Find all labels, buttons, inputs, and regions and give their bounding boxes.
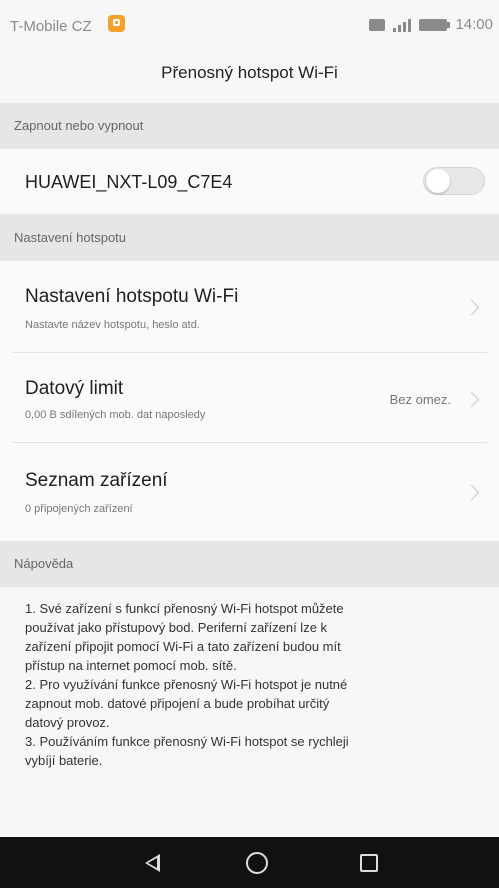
help-line: 2. Pro využívání funkce přenosný Wi-Fi h…: [25, 677, 348, 692]
section-header-label: Zapnout nebo vypnout: [14, 118, 144, 133]
help-line: přístup na internet pomocí mob. sítě.: [25, 658, 237, 673]
back-icon[interactable]: [122, 837, 182, 888]
section-header-label: Nastavení hotspotu: [14, 230, 127, 245]
system-icons: 14:00: [369, 16, 493, 33]
help-text: 1. Své zařízení s funkcí přenosný Wi-Fi …: [0, 587, 499, 837]
hotspot-toggle-row[interactable]: HUAWEI_NXT-L09_C7E4: [0, 149, 499, 214]
chevron-right-icon: [463, 299, 480, 316]
hotspot-ssid: HUAWEI_NXT-L09_C7E4: [25, 172, 233, 192]
home-icon[interactable]: [228, 837, 288, 888]
data-limit-item[interactable]: Datový limit 0,00 B sdílených mob. dat n…: [0, 353, 499, 443]
section-header-settings: Nastavení hotspotu: [0, 214, 499, 261]
item-subtitle: 0,00 B sdílených mob. dat naposledy: [25, 409, 206, 421]
page-title: Přenosný hotspot Wi-Fi: [161, 63, 338, 82]
item-title: Nastavení hotspotu Wi-Fi: [25, 286, 239, 307]
section-header-toggle: Zapnout nebo vypnout: [0, 103, 499, 149]
notification-icon: [108, 15, 125, 32]
carrier-name: T-Mobile CZ: [10, 18, 92, 35]
battery-icon: [419, 18, 451, 31]
help-line: 3. Používáním funkce přenosný Wi-Fi hots…: [25, 734, 349, 749]
recents-icon[interactable]: [340, 837, 400, 888]
clock: 14:00: [455, 16, 493, 33]
signal-icon: [393, 18, 412, 32]
navigation-bar: [0, 837, 499, 888]
item-title: Seznam zařízení: [25, 470, 168, 491]
wifi-hotspot-settings-item[interactable]: Nastavení hotspotu Wi-Fi Nastavte název …: [0, 261, 499, 353]
help-line: zařízení připojit pomocí Wi-Fi a tato za…: [25, 639, 341, 654]
item-title: Datový limit: [25, 378, 124, 399]
chevron-right-icon: [463, 391, 480, 408]
hotspot-toggle[interactable]: [423, 167, 485, 195]
help-line: datový provoz.: [25, 715, 110, 730]
item-subtitle: 0 připojených zařízení: [25, 503, 133, 515]
section-header-help: Nápověda: [0, 541, 499, 587]
help-line: používat jako přístupový bod. Periferní …: [25, 620, 328, 635]
status-bar: T-Mobile CZ 14:00: [0, 0, 499, 48]
toggle-knob: [426, 169, 450, 193]
help-line: zapnout mob. datové připojení a bude pro…: [25, 696, 330, 711]
screen-icon: [369, 18, 386, 31]
data-limit-value: Bez omez.: [389, 392, 451, 407]
help-line: vybíjí baterie.: [25, 753, 103, 768]
chevron-right-icon: [463, 484, 480, 501]
help-line: 1. Své zařízení s funkcí přenosný Wi-Fi …: [25, 601, 344, 616]
device-list-item[interactable]: Seznam zařízení 0 připojených zařízení: [0, 443, 499, 541]
item-subtitle: Nastavte název hotspotu, heslo atd.: [25, 319, 200, 331]
section-header-label: Nápověda: [14, 556, 74, 571]
app-bar: Přenosný hotspot Wi-Fi: [0, 48, 499, 103]
